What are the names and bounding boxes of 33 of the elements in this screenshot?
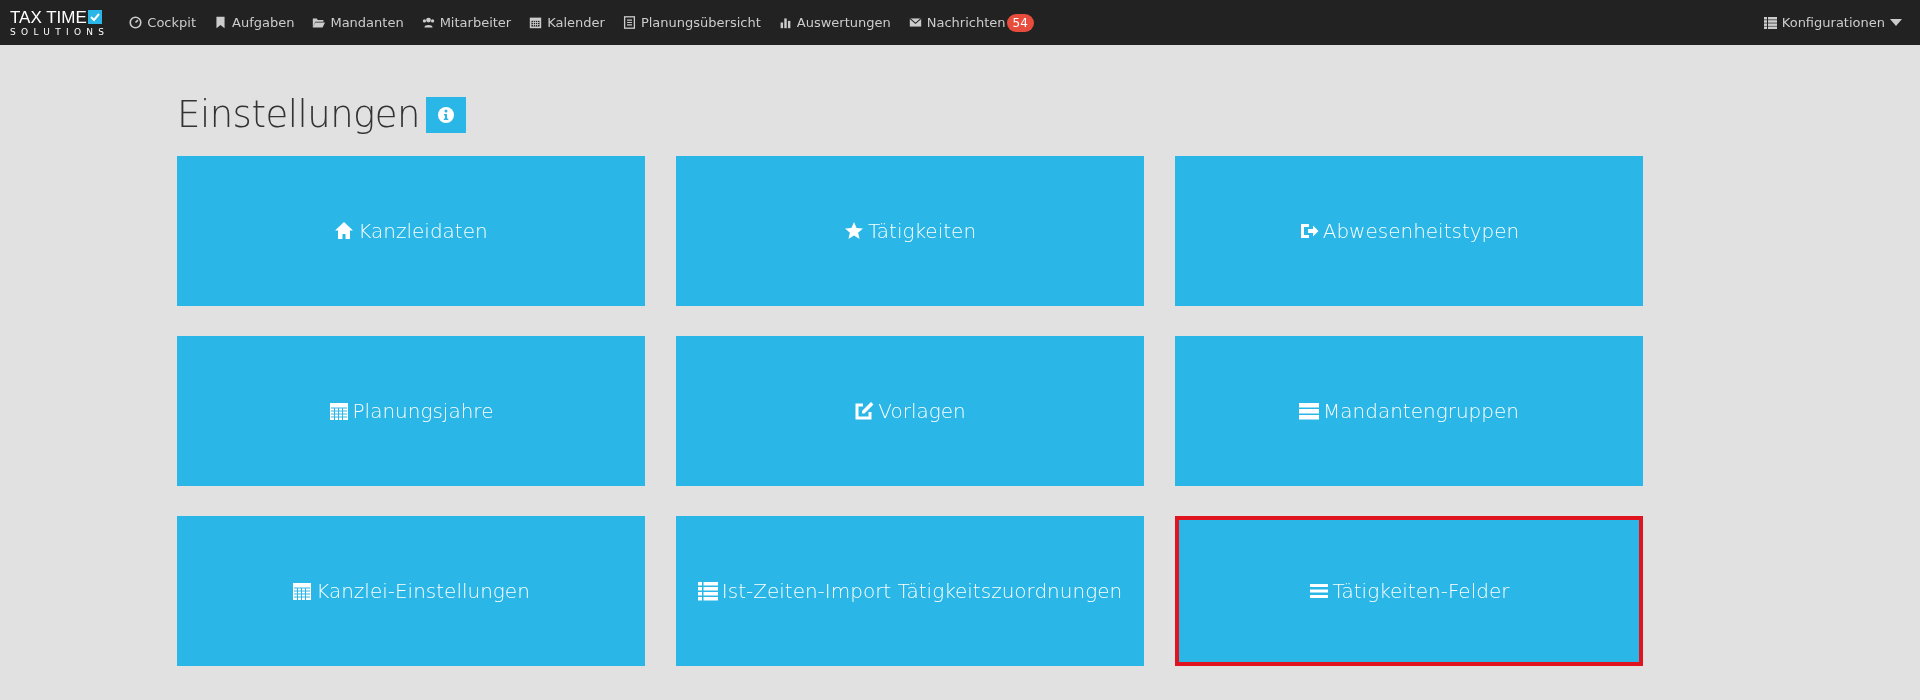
house-icon bbox=[334, 221, 355, 241]
bookmark-icon bbox=[214, 16, 227, 29]
nav-link[interactable]: Aufgaben bbox=[206, 15, 303, 30]
message-count-badge: 54 bbox=[1006, 13, 1034, 32]
brand-logo[interactable]: TAX TIME SOLUTIONS bbox=[10, 8, 110, 37]
nav-link[interactable]: Kalender bbox=[521, 15, 613, 30]
folder-icon bbox=[312, 16, 326, 29]
calendar-icon bbox=[292, 581, 313, 601]
gauge-icon bbox=[129, 16, 143, 29]
info-button[interactable] bbox=[426, 96, 467, 133]
document-icon bbox=[622, 16, 636, 29]
nav-link[interactable]: Cockpit bbox=[121, 15, 204, 30]
list-icon bbox=[697, 581, 718, 601]
calendar-icon bbox=[328, 401, 349, 421]
info-icon bbox=[437, 105, 456, 124]
menu-icon bbox=[1308, 581, 1329, 601]
edit-icon bbox=[854, 401, 875, 421]
page-title: Einstellungen bbox=[177, 93, 421, 136]
nav-link[interactable]: Planungsübersicht bbox=[614, 15, 769, 30]
star-icon bbox=[843, 221, 864, 241]
configurations-menu[interactable]: Konfigurationen bbox=[1755, 15, 1910, 30]
envelope-icon bbox=[908, 16, 922, 29]
calendar-icon bbox=[529, 16, 543, 29]
bar-chart-icon bbox=[778, 16, 792, 29]
nav-link[interactable]: Mandanten bbox=[304, 15, 412, 30]
list-icon bbox=[1763, 16, 1777, 29]
users-icon bbox=[421, 16, 435, 29]
server-icon bbox=[1299, 401, 1320, 421]
exit-icon bbox=[1298, 221, 1319, 241]
nav-link[interactable]: Auswertungen bbox=[770, 15, 899, 30]
nav-link[interactable]: Nachrichten 54 bbox=[900, 13, 1042, 32]
caret-down-icon bbox=[1890, 19, 1902, 26]
nav-link[interactable]: Mitarbeiter bbox=[413, 15, 520, 30]
